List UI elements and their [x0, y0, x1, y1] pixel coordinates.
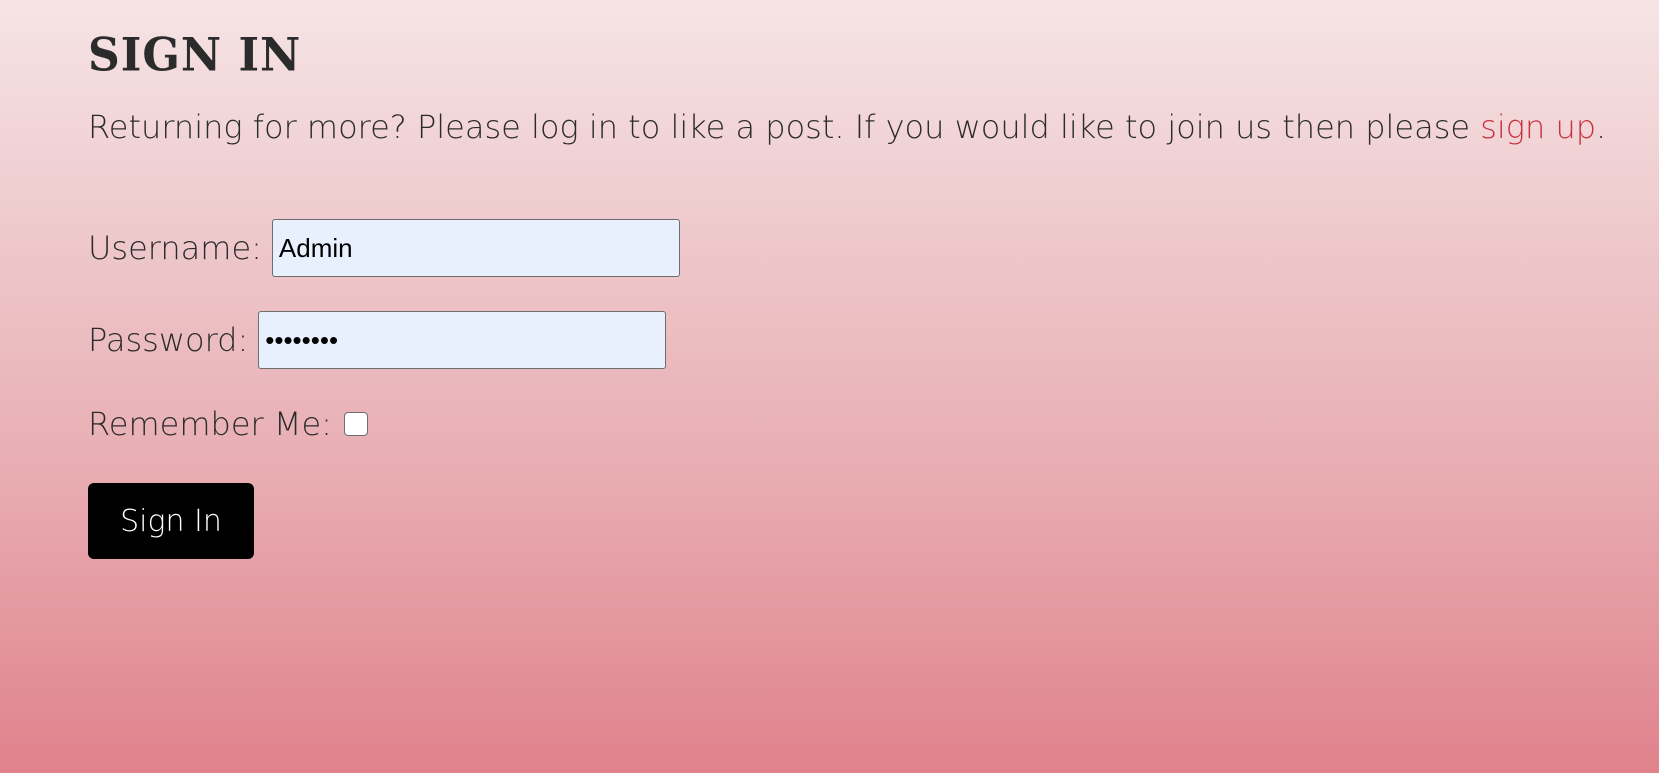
intro-message: Returning for more? Please log in to lik… [88, 108, 1481, 146]
username-label: Username: [88, 229, 262, 267]
password-label: Password: [88, 321, 249, 359]
intro-period: . [1596, 108, 1607, 146]
remember-label: Remember Me: [88, 405, 332, 443]
remember-checkbox[interactable] [343, 412, 368, 436]
username-row: Username: [88, 219, 680, 277]
signup-link[interactable]: sign up [1480, 108, 1596, 146]
page-title: SIGN IN [88, 28, 302, 83]
intro-text: Returning for more? Please log in to lik… [88, 108, 1606, 146]
remember-row: Remember Me: [88, 405, 368, 443]
password-row: Password: [88, 311, 667, 369]
username-input[interactable] [271, 219, 680, 277]
password-input[interactable] [258, 311, 667, 369]
sign-in-button[interactable]: Sign In [88, 483, 254, 559]
